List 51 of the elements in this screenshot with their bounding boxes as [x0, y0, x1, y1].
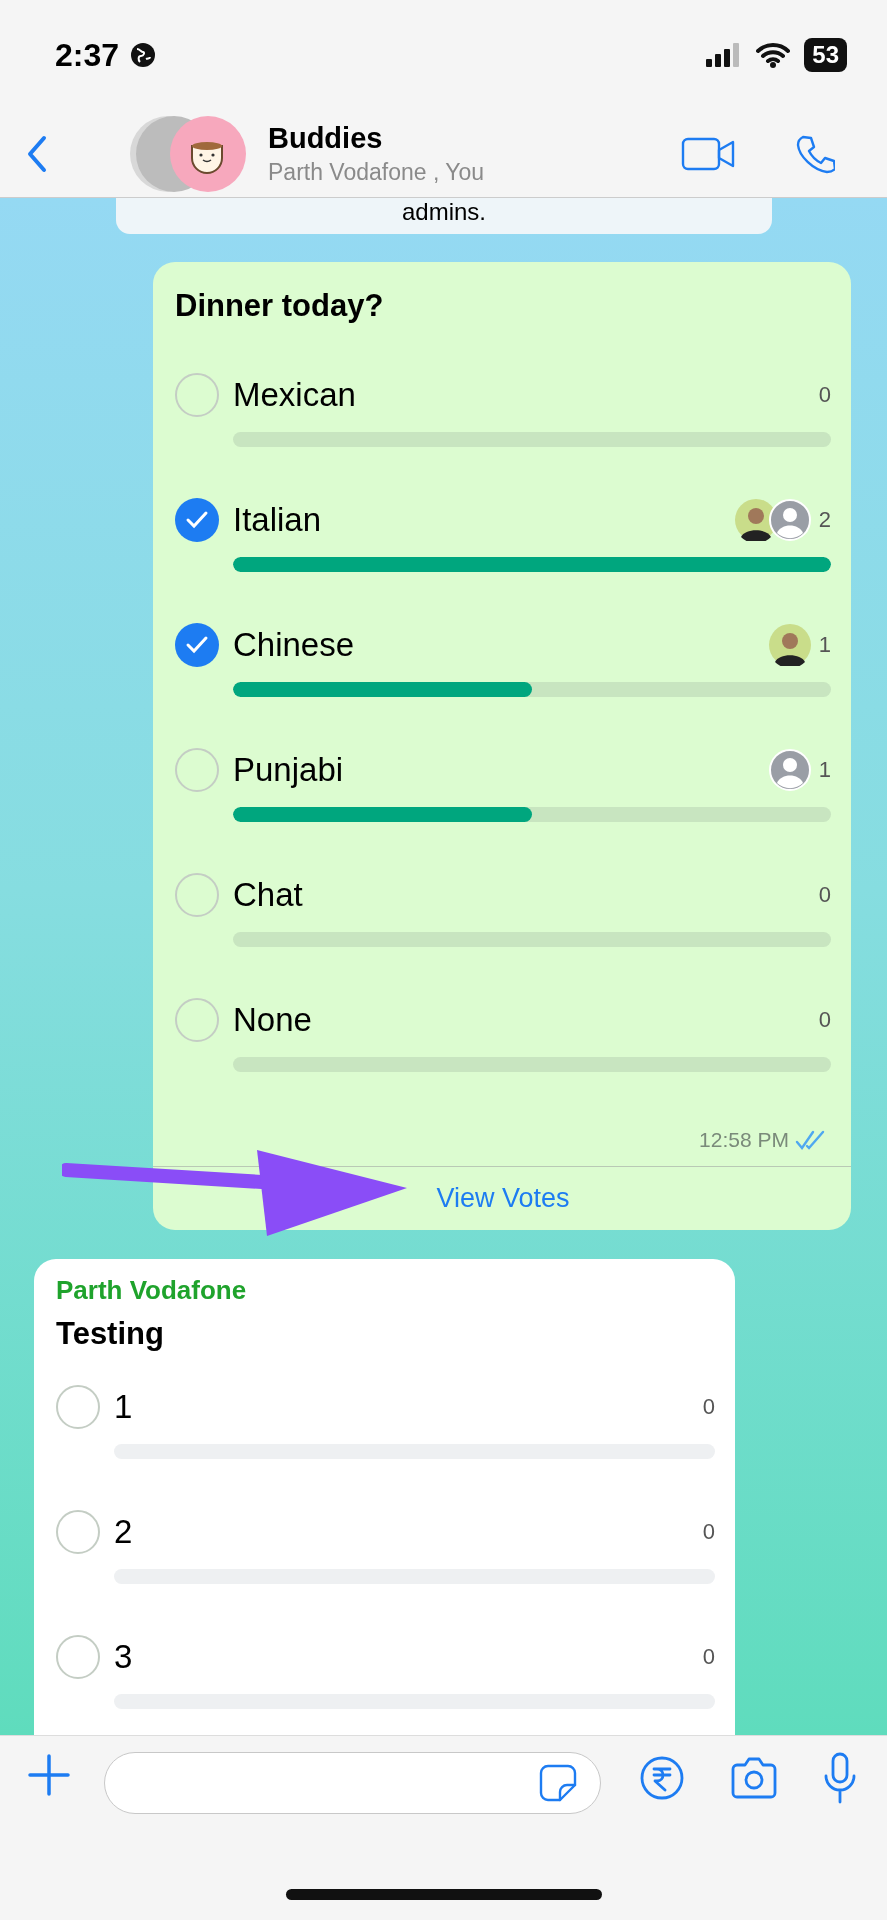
- rupee-payment-icon[interactable]: [639, 1755, 685, 1801]
- vote-count: 1: [818, 757, 831, 783]
- chat-title: Buddies: [268, 121, 384, 155]
- add-icon[interactable]: [26, 1752, 72, 1798]
- battery-level: 53: [804, 38, 847, 72]
- vote-checkbox[interactable]: [175, 373, 219, 417]
- vote-count: 0: [702, 1519, 715, 1545]
- vote-count: 0: [702, 1644, 715, 1670]
- check-icon: [185, 635, 209, 655]
- vote-count: 1: [818, 632, 831, 658]
- system-message: admins.: [401, 198, 486, 225]
- wifi-icon: [756, 42, 791, 68]
- check-icon: [185, 510, 209, 530]
- phone-icon[interactable]: [795, 133, 835, 174]
- vote-checkbox[interactable]: [175, 498, 219, 542]
- poll-question: Testing: [56, 1316, 165, 1352]
- view-votes-button[interactable]: View Votes: [436, 1171, 570, 1230]
- video-call-icon[interactable]: [681, 135, 737, 172]
- option-label: 2: [114, 1513, 134, 1551]
- vote-checkbox[interactable]: [56, 1510, 100, 1554]
- vote-count: 0: [702, 1394, 715, 1420]
- vote-count: 2: [818, 507, 831, 533]
- vote-checkbox[interactable]: [56, 1635, 100, 1679]
- option-label: 3: [114, 1638, 134, 1676]
- option-label: Italian: [233, 501, 323, 539]
- vote-checkbox[interactable]: [56, 1385, 100, 1429]
- avatar-icon: [768, 624, 811, 666]
- chat-members: Parth Vodafone , You: [268, 158, 486, 186]
- message-time: 12:58 PM: [699, 1128, 789, 1152]
- vote-count: 0: [818, 382, 831, 408]
- vote-count: 0: [818, 882, 831, 908]
- avatar-icon: [768, 499, 811, 541]
- globe-icon: [129, 41, 158, 69]
- option-label: Mexican: [233, 376, 357, 414]
- camera-icon[interactable]: [729, 1755, 779, 1801]
- vote-checkbox[interactable]: [175, 623, 219, 667]
- poll-question: Dinner today?: [175, 288, 385, 324]
- option-label: None: [233, 1001, 313, 1039]
- vote-checkbox[interactable]: [175, 873, 219, 917]
- sender-name: Parth Vodafone: [56, 1275, 248, 1306]
- status-time: 2:37: [55, 36, 120, 74]
- option-label: Chat: [233, 876, 304, 914]
- option-label: Chinese: [233, 626, 356, 664]
- vote-checkbox[interactable]: [175, 748, 219, 792]
- sticker-icon[interactable]: [538, 1763, 578, 1803]
- option-label: 1: [114, 1388, 134, 1426]
- vote-count: 0: [818, 1007, 831, 1033]
- vote-checkbox[interactable]: [175, 998, 219, 1042]
- option-label: Punjabi: [233, 751, 345, 789]
- avatar-icon: [768, 749, 811, 791]
- microphone-icon[interactable]: [823, 1752, 857, 1804]
